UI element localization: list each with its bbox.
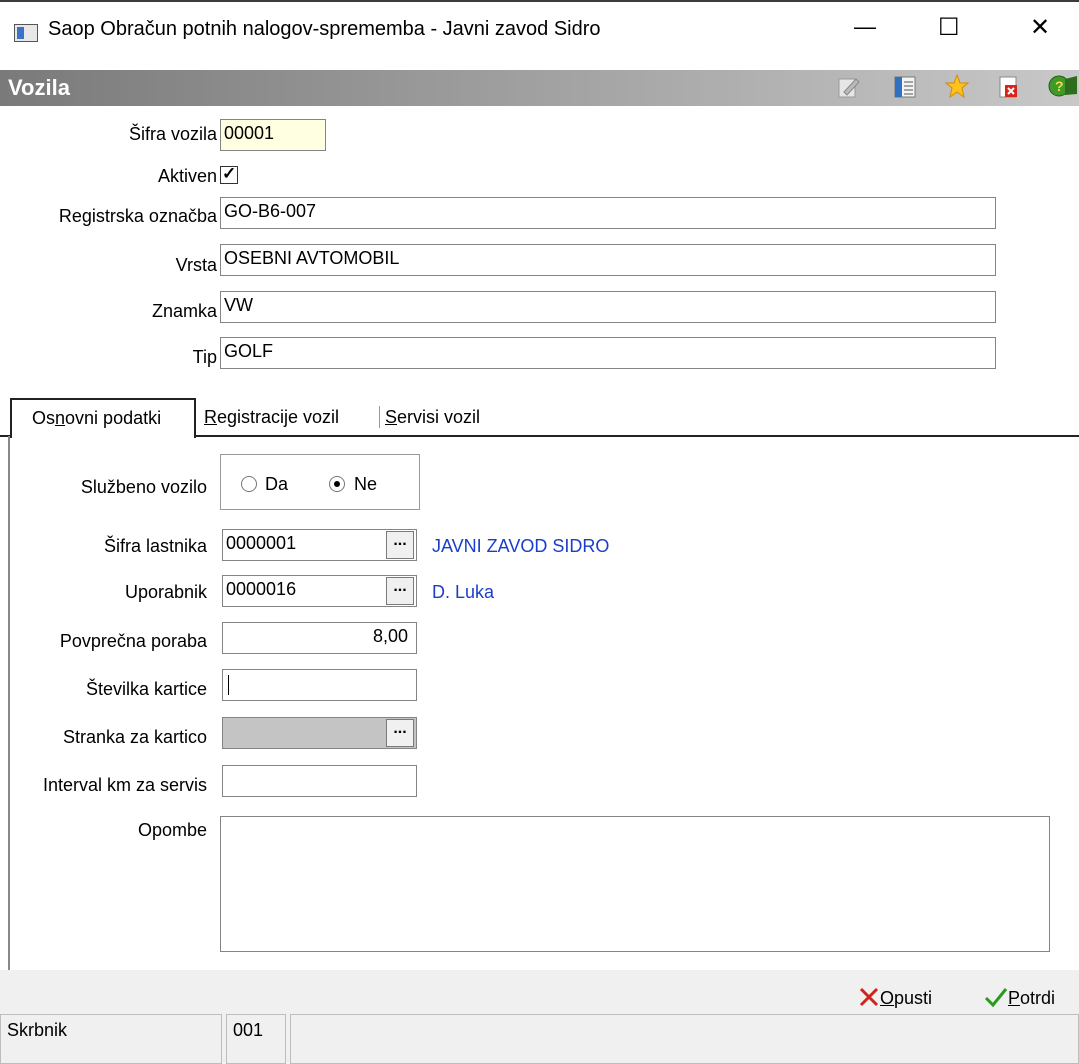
sifra-vozila-label: Šifra vozila xyxy=(128,124,217,144)
window-title: Saop Obračun potnih nalogov-sprememba - … xyxy=(48,18,601,40)
aktiven-checkbox[interactable]: ✓ xyxy=(220,164,238,184)
povprecna-poraba-field[interactable]: 8,00 xyxy=(222,622,417,654)
svg-text:?: ? xyxy=(1055,78,1064,94)
header-title: Vozila xyxy=(8,75,70,100)
radio-da[interactable] xyxy=(241,476,257,492)
stranka-za-kartico-lookup-button[interactable]: ... xyxy=(386,719,414,747)
registrska-oznacba-field[interactable]: GO-B6-007 xyxy=(220,197,996,229)
header-bar: Vozila ? xyxy=(0,70,1079,106)
uporabnik-label: Uporabnik xyxy=(124,582,207,602)
povprecna-poraba-label: Povprečna poraba xyxy=(59,631,207,651)
uporabnik-lookup-button[interactable]: ... xyxy=(386,577,414,605)
vrsta-label: Vrsta xyxy=(175,255,217,275)
stevilka-kartice-field[interactable] xyxy=(222,669,417,701)
opusti-button[interactable]: Opusti xyxy=(858,986,932,1009)
title-bar: Saop Obračun potnih nalogov-sprememba - … xyxy=(0,0,1079,56)
uporabnik-desc: D. Luka xyxy=(432,582,495,602)
znamka-label: Znamka xyxy=(151,301,217,321)
tip-field[interactable]: GOLF xyxy=(220,337,996,369)
radio-da-label: Da xyxy=(265,474,289,494)
confirm-check-icon xyxy=(984,988,1008,1008)
radio-ne-label: Ne xyxy=(354,474,378,494)
opombe-label: Opombe xyxy=(137,820,207,840)
status-value-cell: 001 xyxy=(226,1014,286,1064)
list-icon[interactable] xyxy=(892,74,918,100)
tip-label: Tip xyxy=(192,347,217,367)
tab-servisi-vozil[interactable]: Servisi vozil xyxy=(385,398,480,436)
tab-registracije-vozil[interactable]: Registracije vozil xyxy=(204,398,339,436)
text-cursor xyxy=(228,675,229,695)
tab-osnovni-podatki[interactable]: Osnovni podatki xyxy=(10,398,196,438)
sluzbeno-vozilo-group: Da Ne xyxy=(220,454,420,510)
potrdi-button[interactable]: Potrdi xyxy=(984,986,1055,1009)
opombe-textarea[interactable] xyxy=(220,816,1050,952)
tab-separator xyxy=(379,406,380,428)
sifra-lastnika-lookup-button[interactable]: ... xyxy=(386,531,414,559)
app-icon xyxy=(14,24,38,42)
radio-ne[interactable] xyxy=(329,476,345,492)
sifra-lastnika-label: Šifra lastnika xyxy=(103,536,207,556)
check-icon: ✓ xyxy=(222,164,237,183)
vrsta-field[interactable]: OSEBNI AVTOMOBIL xyxy=(220,244,996,276)
favorite-star-icon[interactable] xyxy=(944,73,970,99)
status-label-cell: Skrbnik xyxy=(0,1014,222,1064)
delete-icon[interactable] xyxy=(996,74,1022,100)
edit-icon[interactable] xyxy=(836,74,862,100)
cancel-x-icon xyxy=(859,987,879,1007)
sifra-vozila-field[interactable]: 00001 xyxy=(220,119,326,151)
registrska-oznacba-label: Registrska označba xyxy=(58,206,217,226)
stranka-za-kartico-label: Stranka za kartico xyxy=(62,727,207,747)
interval-km-label: Interval km za servis xyxy=(42,775,207,795)
help-icon[interactable]: ? xyxy=(1048,73,1078,99)
aktiven-label: Aktiven xyxy=(157,166,217,186)
status-empty-cell xyxy=(290,1014,1079,1064)
stevilka-kartice-label: Številka kartice xyxy=(85,679,207,699)
close-button[interactable]: ✕ xyxy=(1030,13,1050,42)
sluzbeno-vozilo-label: Službeno vozilo xyxy=(80,477,207,497)
maximize-button[interactable]: ☐ xyxy=(938,13,960,42)
minimize-button[interactable]: — xyxy=(854,14,876,40)
sifra-lastnika-desc: JAVNI ZAVOD SIDRO xyxy=(432,536,610,556)
interval-km-field[interactable] xyxy=(222,765,417,797)
tab-panel-border xyxy=(8,436,10,970)
znamka-field[interactable]: VW xyxy=(220,291,996,323)
